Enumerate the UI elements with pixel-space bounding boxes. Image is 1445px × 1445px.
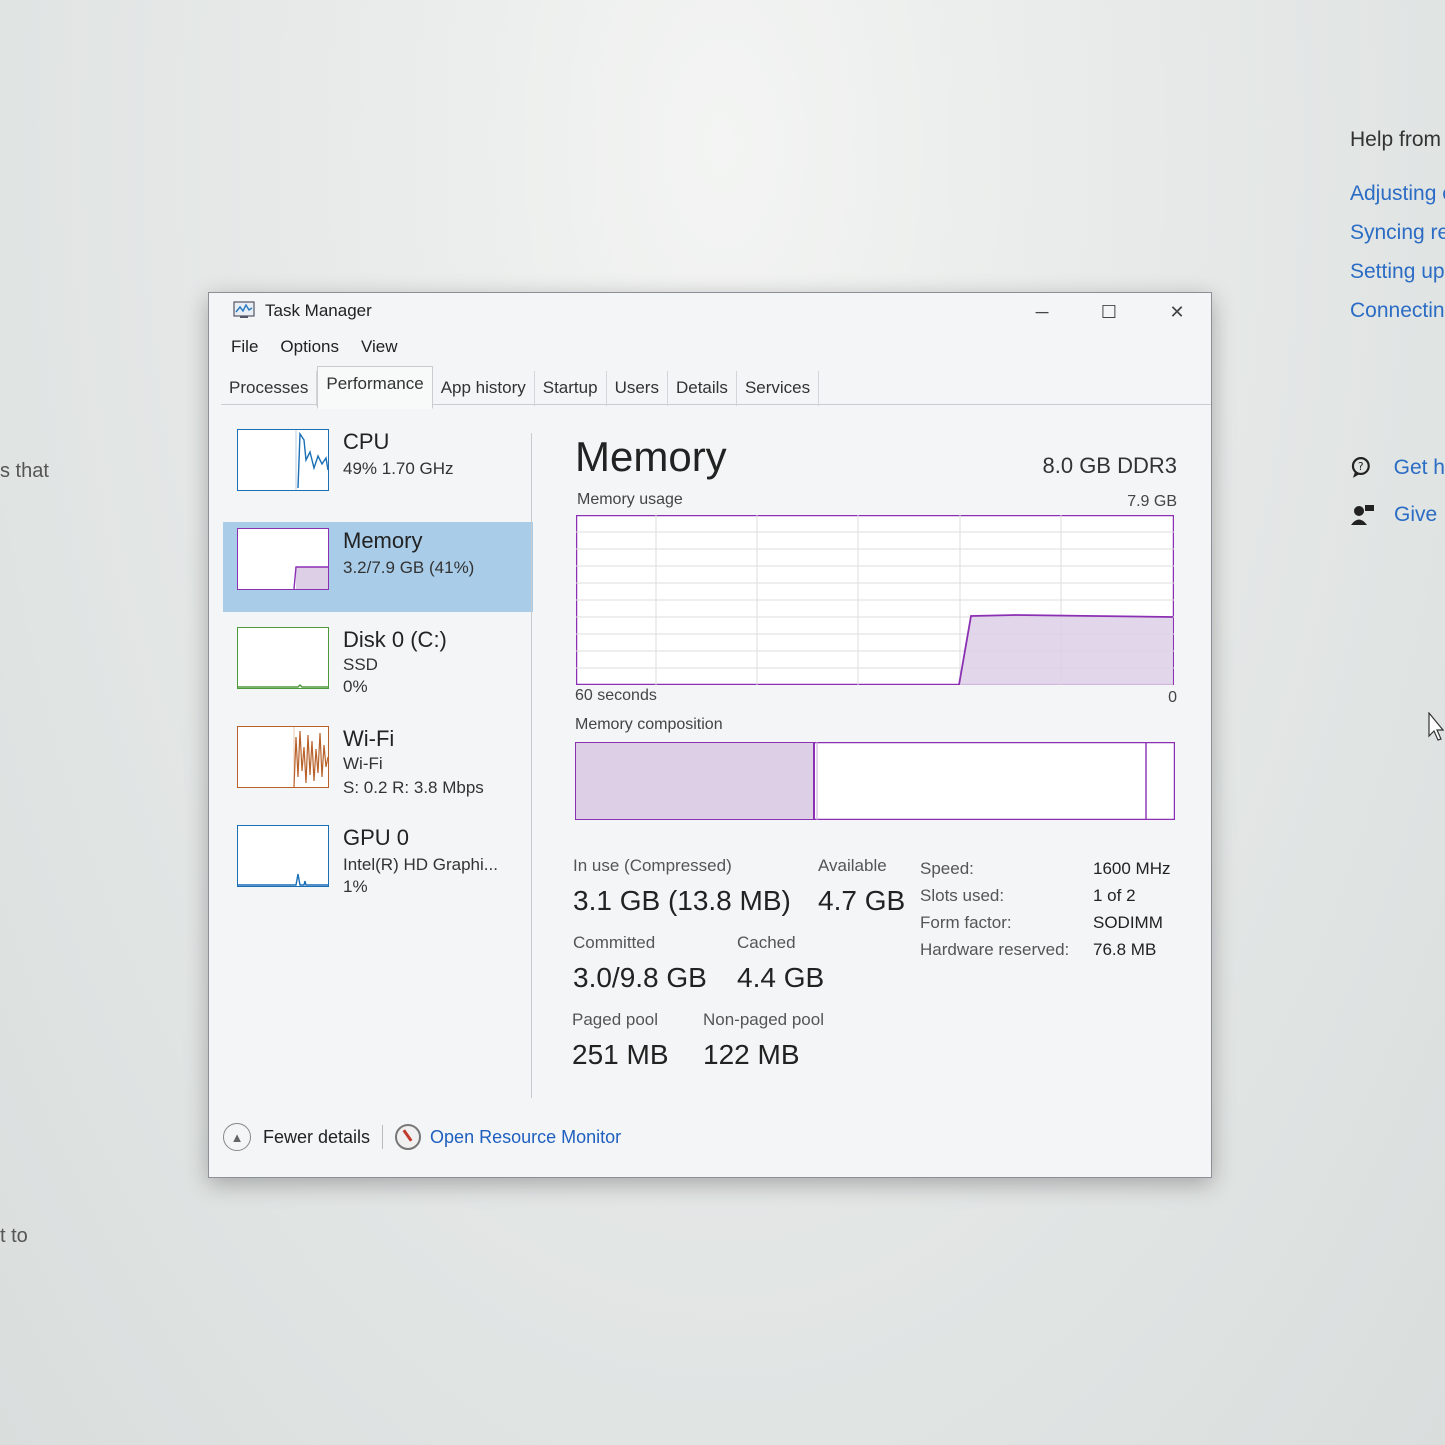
memory-type: 8.0 GB DDR3 [1042,453,1178,478]
memory-composition-label: Memory composition [575,716,723,733]
sidebar-item-cpu[interactable]: CPU 49% 1.70 GHz [223,423,533,513]
svg-text:?: ? [1358,460,1364,473]
get-help-label: Get h [1393,456,1445,479]
memory-usage-max: 7.9 GB [1127,493,1177,510]
chevron-up-icon[interactable]: ▲ [223,1123,251,1151]
memory-composition-bar [575,742,1175,820]
time-span-label: 60 seconds [575,687,657,704]
footer-separator [382,1125,384,1149]
hardware-reserved-value: 76.8 MB [1093,940,1157,959]
page-title: Memory [575,433,727,480]
tab-performance[interactable]: Performance [317,366,433,409]
open-resource-monitor-link[interactable]: Open Resource Monitor [430,1127,621,1148]
sidebar-divider [531,433,532,1098]
memory-name: Memory [343,528,423,553]
mouse-cursor-icon [1428,712,1444,741]
gpu-usage: 1% [343,877,368,896]
slots-used-value: 1 of 2 [1093,886,1136,905]
wifi-throughput: S: 0.2 R: 3.8 Mbps [343,778,484,797]
task-manager-icon [233,301,255,318]
cpu-name: CPU [343,429,390,454]
disk-type: SSD [343,655,378,674]
get-help-action[interactable]: ? Get h [1350,456,1445,480]
menu-bar: File Options View [231,337,398,357]
memory-thumbnail-graph [237,528,329,590]
menu-file[interactable]: File [231,337,258,357]
paged-pool-label: Paged pool [572,1010,659,1029]
paged-pool-value: 251 MB [572,1039,669,1070]
cpu-usage: 49% 1.70 GHz [343,459,454,478]
menu-options[interactable]: Options [280,337,339,357]
menu-view[interactable]: View [361,337,398,357]
fewer-details-link[interactable]: Fewer details [263,1127,370,1148]
wifi-type: Wi-Fi [343,754,383,773]
help-link-adjusting[interactable]: Adjusting easily [1350,180,1445,207]
title-bar[interactable]: Task Manager ─ ☐ ✕ [209,293,1211,329]
committed-label: Committed [573,933,656,952]
tab-details[interactable]: Details [668,371,737,406]
form-factor-label: Form factor: [920,913,1012,932]
tab-app-history[interactable]: App history [433,371,535,406]
in-use-value: 3.1 GB (13.8 MB) [573,885,791,916]
speed-value: 1600 MHz [1093,859,1171,878]
cached-value: 4.4 GB [737,962,825,993]
background-text-1: s that [0,460,49,482]
time-end-label: 0 [1168,689,1177,706]
background-text-2: t to [0,1225,28,1247]
form-factor-value: SODIMM [1093,913,1163,932]
memory-usage-label: Memory usage [577,491,683,508]
help-link-syncing[interactable]: Syncing re playback [1350,219,1445,246]
help-link-connecting[interactable]: Connectin [1350,297,1445,324]
in-use-label: In use (Compressed) [573,856,732,875]
close-button[interactable]: ✕ [1157,299,1197,325]
minimize-button[interactable]: ─ [1022,299,1062,325]
disk-name: Disk 0 (C:) [343,627,447,652]
non-paged-pool-label: Non-paged pool [703,1010,824,1029]
footer: ▲ Fewer details Open Resource Monitor [223,1123,621,1151]
sidebar-item-disk[interactable]: Disk 0 (C:) SSD 0% [223,621,533,711]
disk-thumbnail-graph [237,627,329,689]
tab-bar: Processes Performance App history Startu… [221,366,1211,409]
hardware-reserved-label: Hardware reserved: [920,940,1070,959]
help-title: Help from [1350,128,1442,151]
feedback-icon [1351,505,1374,525]
memory-usage-graph [576,515,1174,685]
memory-usage: 3.2/7.9 GB (41%) [343,558,475,577]
tab-processes[interactable]: Processes [221,371,318,406]
tab-services[interactable]: Services [737,371,820,406]
help-panel: Help from Adjusting easily Syncing re pl… [1350,128,1445,324]
sidebar-item-wifi[interactable]: Wi-Fi Wi-Fi S: 0.2 R: 3.8 Mbps [223,720,533,810]
non-paged-pool-value: 122 MB [703,1039,800,1070]
give-feedback-action[interactable]: Give [1350,503,1445,527]
cpu-thumbnail-graph [237,429,329,491]
wifi-name: Wi-Fi [343,726,395,751]
help-link-setting-up[interactable]: Setting up [1350,258,1445,285]
task-manager-window: Task Manager ─ ☐ ✕ File Options View Pro… [208,292,1212,1178]
tab-users[interactable]: Users [607,371,668,406]
speed-label: Speed: [920,859,974,878]
gpu-thumbnail-graph [237,825,329,887]
resource-monitor-icon [395,1124,422,1150]
give-feedback-label: Give [1394,503,1438,526]
disk-usage: 0% [343,677,368,696]
window-title: Task Manager [265,301,372,320]
sidebar-item-memory[interactable]: Memory 3.2/7.9 GB (41%) [223,522,533,612]
slots-used-label: Slots used: [920,886,1005,905]
gpu-model: Intel(R) HD Graphi... [343,855,498,874]
available-label: Available [818,856,887,875]
cached-label: Cached [737,933,796,952]
sidebar-item-gpu[interactable]: GPU 0 Intel(R) HD Graphi... 1% [223,819,533,909]
committed-value: 3.0/9.8 GB [573,962,707,993]
resource-sidebar: CPU 49% 1.70 GHz Memory 3.2/7.9 GB (41%)… [223,423,533,918]
gpu-name: GPU 0 [343,825,410,850]
maximize-button[interactable]: ☐ [1089,299,1129,325]
chat-help-icon: ? [1351,457,1370,478]
available-value: 4.7 GB [818,885,906,916]
wifi-thumbnail-graph [237,726,329,788]
tab-startup[interactable]: Startup [535,371,607,406]
